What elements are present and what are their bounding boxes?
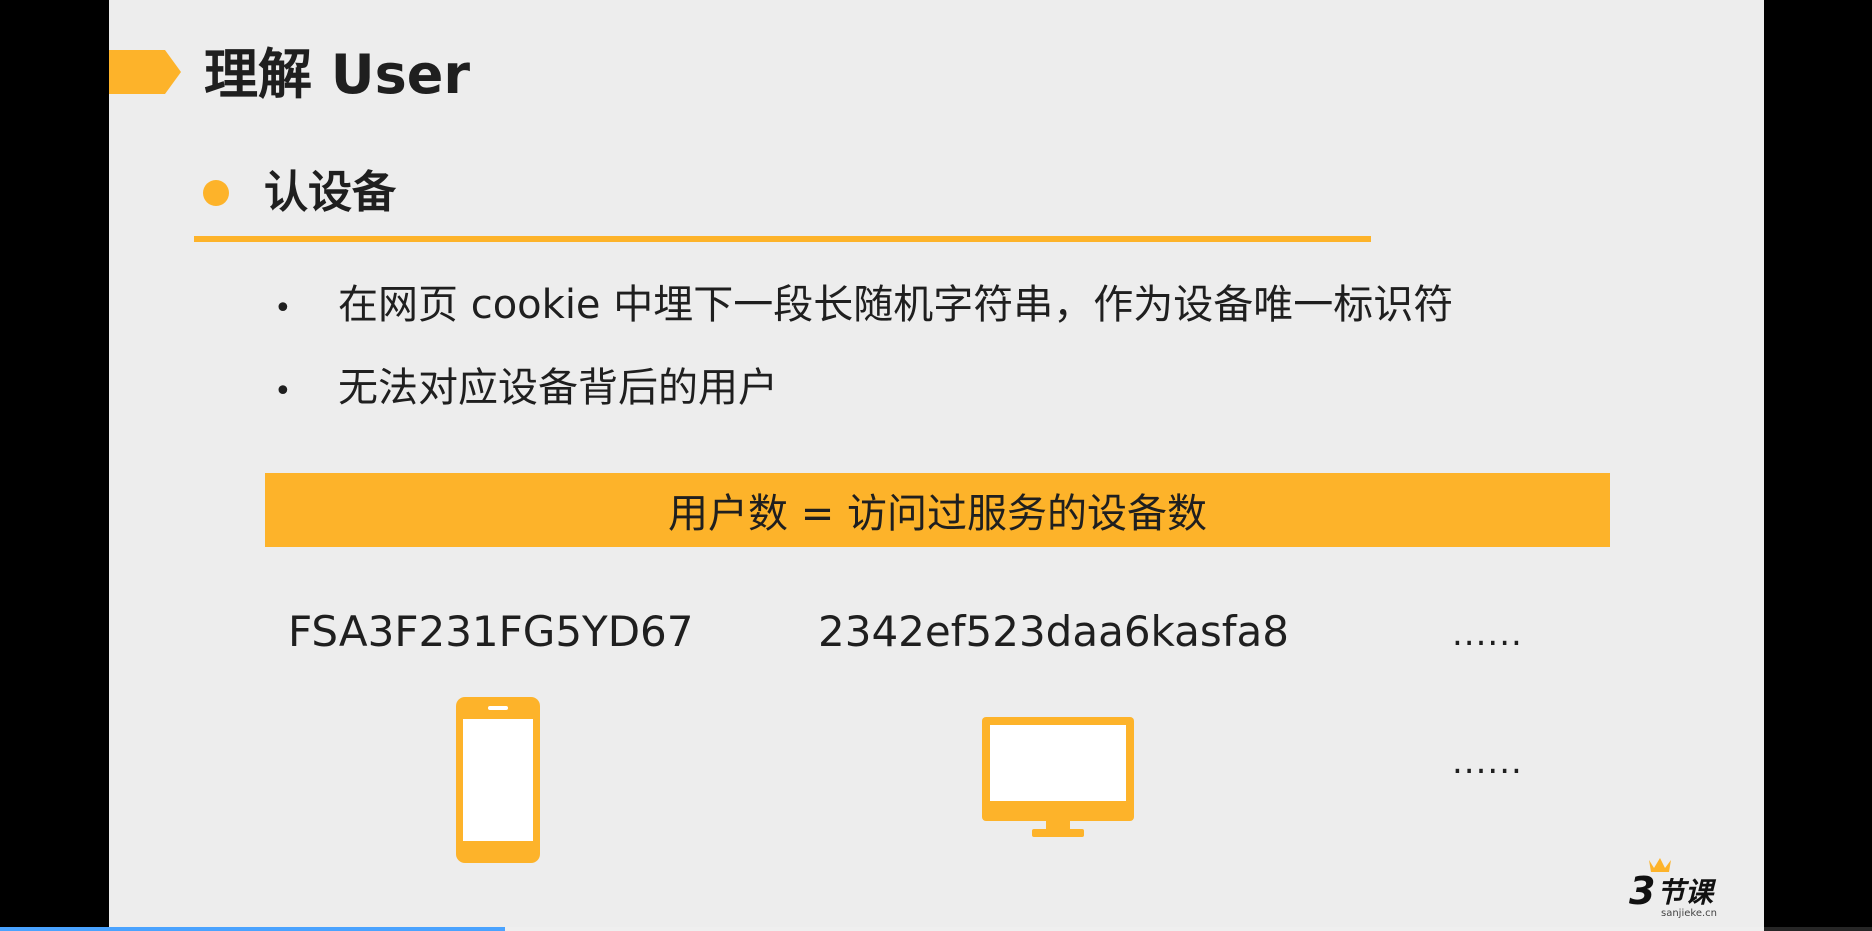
section-bullet-icon (203, 180, 229, 206)
brand-logo: 3 节课 sanjieke.cn (1629, 858, 1717, 919)
bullet-item: • 无法对应设备背后的用户 (274, 358, 778, 422)
formula-text: 用户数 = 访问过服务的设备数 (668, 491, 1207, 537)
device-id-phone: FSA3F231FG5YD67 (288, 607, 694, 656)
video-progress-fill (0, 927, 506, 931)
monitor-icon (982, 717, 1134, 837)
svg-text:sanjieke.cn: sanjieke.cn (1661, 908, 1717, 919)
more-devices-ellipsis: ...... (1452, 742, 1523, 782)
video-progress-bar[interactable] (0, 927, 1872, 931)
title-arrow-icon (109, 50, 181, 94)
phone-icon (456, 697, 540, 863)
bullet-dot-icon: • (274, 374, 292, 409)
svg-text:3: 3 (1629, 869, 1655, 913)
bullet-dot-icon: • (274, 291, 292, 326)
section-divider (194, 236, 1371, 242)
slide-title: 理解 User (204, 43, 471, 106)
bullet-item: • 在网页 cookie 中埋下一段长随机字符串，作为设备唯一标识符 (274, 275, 1453, 339)
svg-text:节课: 节课 (1657, 876, 1717, 909)
bullet-text: 无法对应设备背后的用户 (338, 365, 778, 411)
bullet-text: 在网页 cookie 中埋下一段长随机字符串，作为设备唯一标识符 (338, 282, 1454, 328)
slide: 理解 User 认设备 • 在网页 cookie 中埋下一段长随机字符串，作为设备… (109, 0, 1764, 931)
formula-banner: 用户数 = 访问过服务的设备数 (265, 473, 1610, 547)
more-ids-ellipsis: ...... (1452, 614, 1523, 654)
device-id-monitor: 2342ef523daa6kasfa8 (818, 607, 1289, 656)
section-heading: 认设备 (264, 167, 396, 218)
